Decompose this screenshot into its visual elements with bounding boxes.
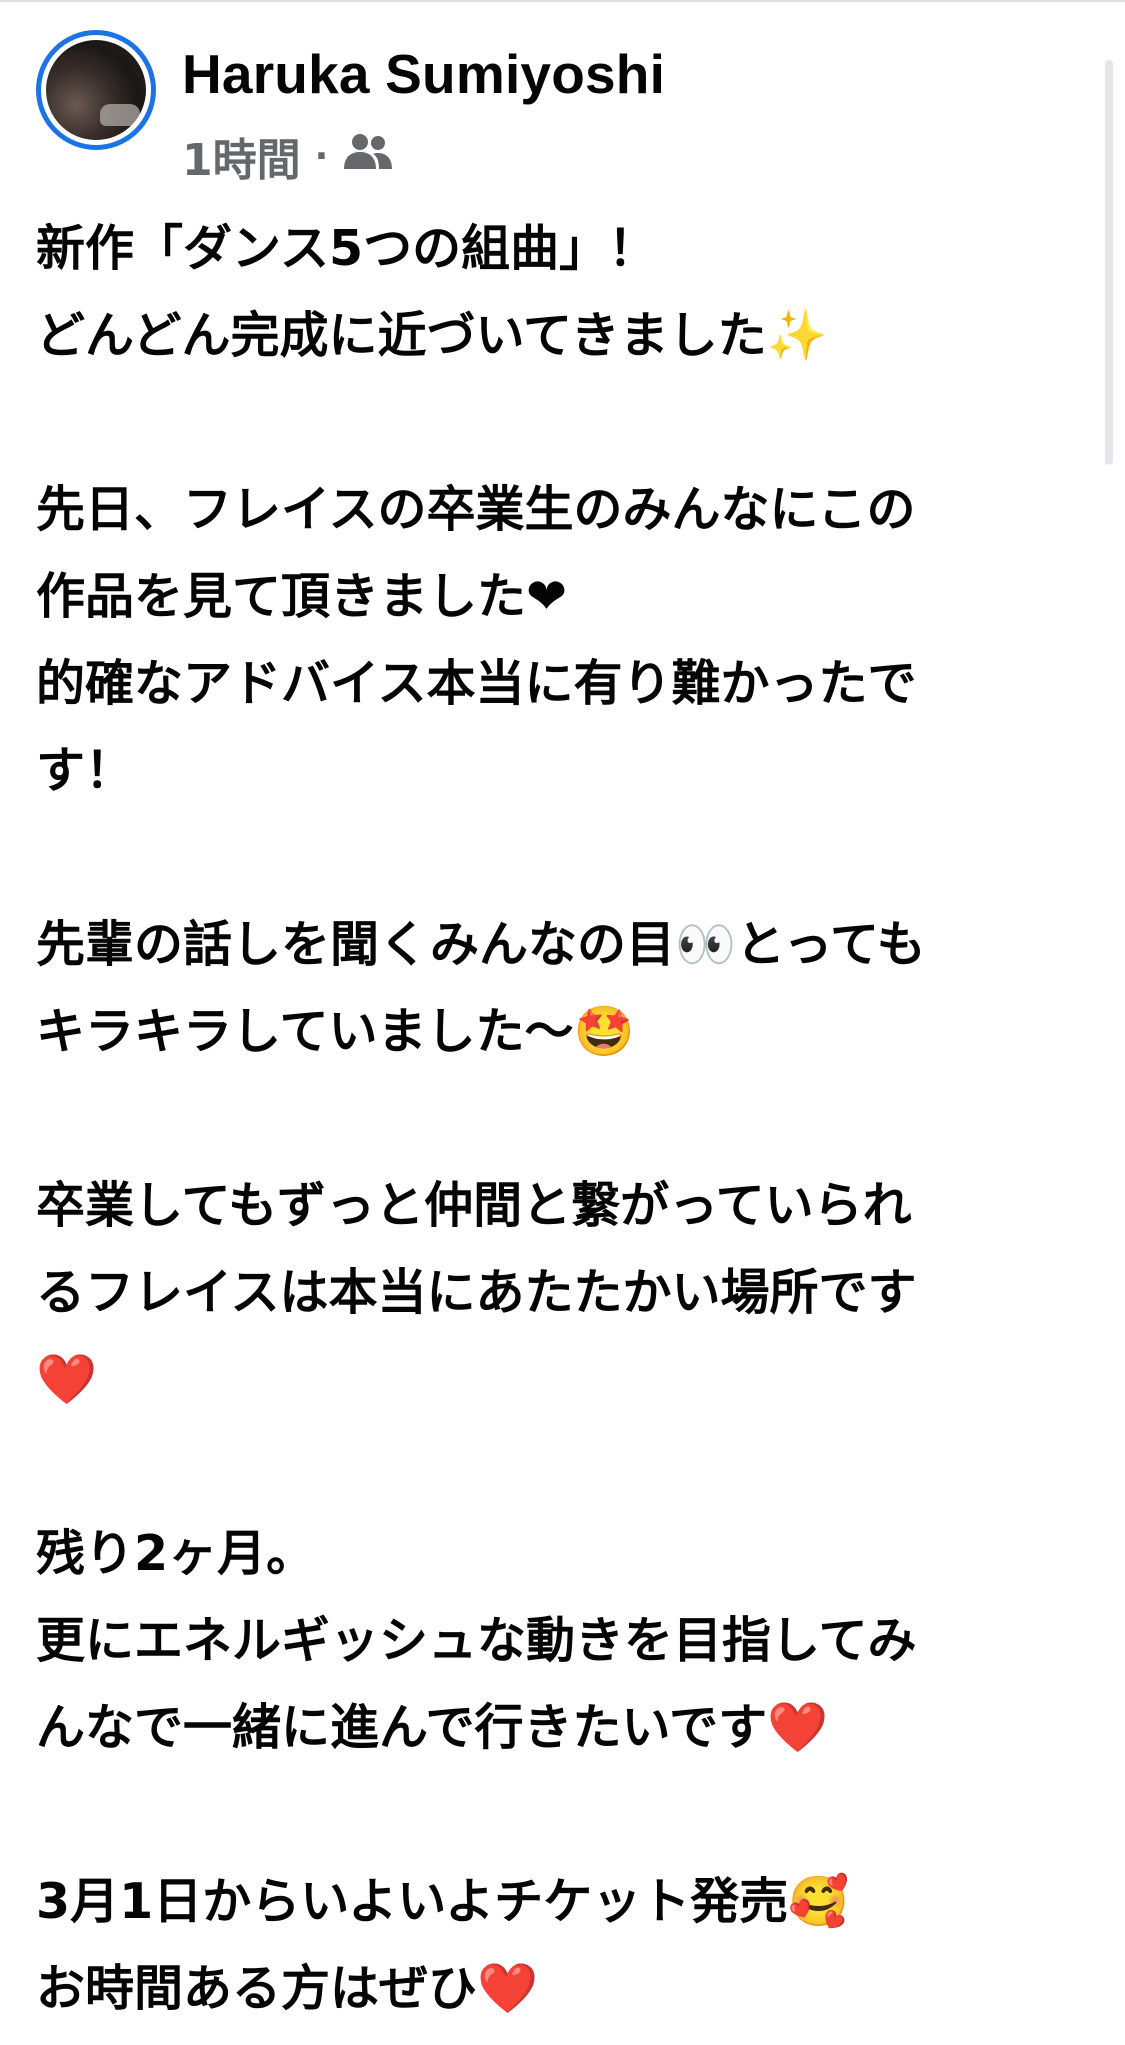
post-text-line: 的確なアドバイス本当に有り難かったで <box>36 655 917 712</box>
post-text-line: 卒業してもずっと仲間と繋がっていられ <box>36 1177 912 1234</box>
post-text: 新作「ダンス5つの組曲」！ どんどん完成に近づいてきました✨ 先日、フレイスの卒業生… <box>36 205 1076 2032</box>
post-timestamp[interactable]: 1時間 <box>182 124 301 188</box>
post-text-line: す！ <box>36 742 135 799</box>
post-text-line: ❤️ <box>36 1351 98 1408</box>
post-text-line: 残り2ヶ月。 <box>36 1525 316 1582</box>
post-text-line: 先日、フレイスの卒業生のみんなにこの <box>36 481 916 538</box>
post-text-line: 作品を見て頂きました❤ <box>36 568 568 625</box>
avatar-photo <box>46 40 146 140</box>
post-text-line: お時間ある方はぜひ❤️ <box>36 1960 539 2017</box>
post-text-line: 新作「ダンス5つの組曲」！ <box>36 220 658 277</box>
meta-separator: · <box>314 135 329 177</box>
top-divider <box>0 0 1125 2</box>
post-text-line: るフレイスは本当にあたたかい場所です <box>36 1264 917 1321</box>
post-text-line: んなで一緒に進んで行きたいです❤️ <box>36 1699 829 1756</box>
friends-icon[interactable] <box>342 131 394 182</box>
avatar[interactable] <box>36 30 156 150</box>
post-header: Haruka Sumiyoshi 1時間 · <box>36 30 1076 190</box>
scrollbar[interactable] <box>1105 60 1113 465</box>
author-name[interactable]: Haruka Sumiyoshi <box>182 42 665 106</box>
post-text-line: 先輩の話しを聞くみんなの目👀とっても <box>36 916 926 973</box>
post-text-line: どんどん完成に近づいてきました✨ <box>36 307 828 364</box>
post-text-line: 3月1日からいよいよチケット発売🥰 <box>36 1873 850 1930</box>
post-text-line: 更にエネルギッシュな動きを目指してみ <box>36 1612 917 1669</box>
post-meta: 1時間 · <box>182 126 394 186</box>
post-text-line: キラキラしていました〜🤩 <box>36 1003 635 1060</box>
